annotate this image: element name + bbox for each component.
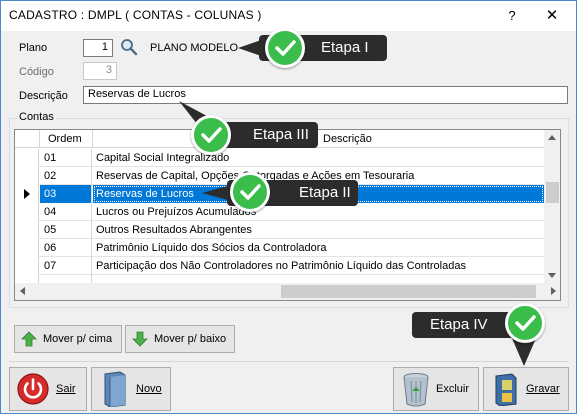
scroll-left-icon[interactable] (20, 287, 25, 295)
gravar-label: Gravar (526, 383, 560, 395)
ordem-cell (40, 275, 92, 283)
move-down-label: Mover p/ baixo (154, 333, 227, 345)
descricao-cell: Patrimônio Líquido dos Sócios da Control… (96, 242, 327, 254)
row-indicator (15, 185, 39, 203)
row-indicator (15, 257, 39, 275)
plano-name: PLANO MODELO (150, 42, 239, 54)
row-indicator (15, 275, 39, 283)
callout-etapa-2-pointer (202, 186, 228, 200)
descricao-input[interactable]: Reservas de Lucros (83, 86, 568, 104)
descricao-cell (93, 275, 544, 283)
column-header-descricao[interactable]: Descrição (93, 130, 544, 148)
contas-group-label: Contas (17, 111, 56, 123)
vertical-scroll-thumb[interactable] (546, 182, 559, 203)
check-icon (505, 303, 545, 343)
table-row[interactable] (15, 275, 544, 283)
save-disk-icon (492, 372, 520, 407)
row-indicator (15, 149, 39, 167)
recycle-bin-icon (402, 371, 430, 407)
codigo-label: Código (19, 66, 54, 78)
novo-label: Novo (136, 383, 162, 395)
table-row[interactable]: 05 Outros Resultados Abrangentes (15, 221, 544, 239)
arrow-down-icon (132, 331, 148, 347)
ordem-cell: 05 (40, 221, 92, 239)
codigo-field: 3 (83, 62, 117, 80)
check-icon (191, 115, 231, 155)
descricao-label: Descrição (19, 90, 68, 102)
contas-grid[interactable]: Ordem Descrição 01 Capital Social Integr… (14, 129, 561, 301)
ordem-cell: 02 (40, 167, 92, 185)
descricao-cell: Outros Resultados Abrangentes (96, 224, 252, 236)
ordem-cell: 01 (40, 149, 92, 167)
ordem-cell: 07 (40, 257, 92, 275)
gravar-button[interactable]: Gravar (483, 367, 569, 411)
move-down-button[interactable]: Mover p/ baixo (125, 325, 235, 353)
dialog-window: CADASTRO : DMPL ( CONTAS - COLUNAS ) ? ✕… (0, 0, 577, 414)
check-icon (265, 28, 305, 68)
row-indicator (15, 167, 39, 185)
horizontal-scrollbar[interactable] (15, 283, 560, 300)
sair-label: Sair (56, 383, 76, 395)
excluir-label: Excluir (436, 383, 470, 395)
help-button[interactable]: ? (494, 1, 530, 31)
ordem-cell: 03 (40, 185, 92, 203)
current-row-arrow-icon (24, 189, 30, 199)
search-icon[interactable] (120, 38, 138, 56)
scroll-up-icon[interactable] (548, 135, 556, 140)
header-indicator-cell (15, 130, 40, 148)
new-book-icon (102, 371, 128, 408)
power-icon (16, 372, 50, 406)
plano-label: Plano (19, 42, 48, 54)
novo-button[interactable]: Novo (91, 367, 171, 411)
window-title: CADASTRO : DMPL ( CONTAS - COLUNAS ) (9, 8, 262, 22)
excluir-button[interactable]: Excluir (393, 367, 479, 411)
ordem-cell: 06 (40, 239, 92, 257)
scroll-right-icon[interactable] (551, 287, 556, 295)
title-bar[interactable]: CADASTRO : DMPL ( CONTAS - COLUNAS ) ? ✕ (1, 1, 576, 31)
sair-button[interactable]: Sair (9, 367, 87, 411)
close-button[interactable]: ✕ (534, 1, 570, 31)
row-indicator (15, 239, 39, 257)
plano-input[interactable]: 1 (83, 39, 113, 57)
table-row[interactable]: 06 Patrimônio Líquido dos Sócios da Cont… (15, 239, 544, 257)
ordem-cell: 04 (40, 203, 92, 221)
arrow-up-icon (21, 331, 37, 347)
check-icon (230, 172, 270, 212)
vertical-scrollbar[interactable] (544, 130, 560, 283)
move-up-label: Mover p/ cima (43, 333, 113, 345)
descricao-cell: Capital Social Integralizado (96, 152, 230, 164)
column-header-ordem[interactable]: Ordem (40, 130, 93, 148)
table-row[interactable]: 01 Capital Social Integralizado (15, 149, 544, 167)
scroll-down-icon[interactable] (548, 273, 556, 278)
move-up-button[interactable]: Mover p/ cima (14, 325, 122, 353)
footer-divider (9, 361, 568, 362)
row-indicator (15, 221, 39, 239)
horizontal-scroll-thumb[interactable] (281, 285, 536, 298)
table-row[interactable]: 07 Participação dos Não Controladores no… (15, 257, 544, 275)
descricao-cell: Participação dos Não Controladores no Pa… (96, 260, 466, 272)
row-indicator (15, 203, 39, 221)
